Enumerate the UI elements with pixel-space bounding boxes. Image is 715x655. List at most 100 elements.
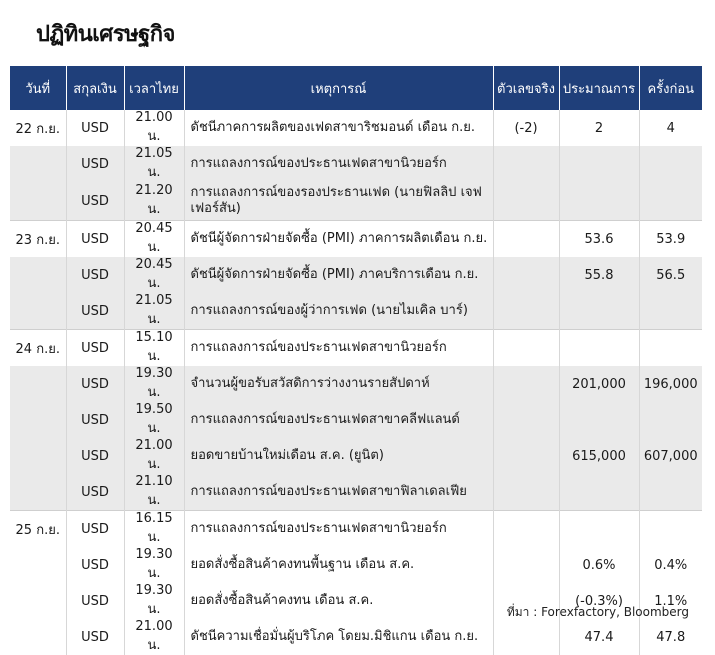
cell-currency: USD: [66, 257, 125, 293]
cell-time: 21.00 น.: [124, 619, 185, 655]
cell-currency: USD: [66, 293, 125, 330]
cell-actual: [493, 182, 560, 221]
cell-forecast: [559, 510, 640, 547]
header-event: เหตุการณ์: [184, 66, 494, 110]
cell-event: การแถลงการณ์ของประธานเฟดสาขานิวยอร์ก: [184, 146, 494, 182]
cell-time: 21.00 น.: [124, 438, 185, 474]
cell-date: 24 ก.ย.: [10, 329, 67, 366]
cell-actual: [493, 257, 560, 293]
source-note: ที่มา : Forexfactory, Bloomberg: [506, 605, 689, 619]
cell-actual: [493, 474, 560, 511]
cell-forecast: 53.6: [559, 220, 640, 257]
cell-currency: USD: [66, 619, 125, 655]
cell-date: [10, 366, 67, 402]
table-row: USD 21.10 น. การแถลงการณ์ของประธานเฟดสาขาฟ…: [10, 474, 702, 511]
cell-date: [10, 293, 67, 330]
table-row: 22 ก.ย. USD 21.00 น. ดัชนีภาคการผลิตของเฟดส…: [10, 110, 702, 146]
cell-currency: USD: [66, 182, 125, 221]
table-body: 22 ก.ย. USD 21.00 น. ดัชนีภาคการผลิตของเฟดส…: [10, 110, 702, 655]
table-row: USD 19.30 น. ยอดสั่งซื้อสินค้าคงทนพื้นฐาน …: [10, 547, 702, 583]
cell-forecast: [559, 182, 640, 221]
cell-previous: 0.4%: [654, 557, 688, 573]
cell-actual: (-2): [493, 110, 560, 146]
table-row: USD 21.20 น. การแถลงการณ์ของรองประธานเฟด (…: [10, 182, 702, 221]
cell-time: 20.45 น.: [124, 220, 185, 257]
cell-date: [10, 547, 67, 583]
cell-date: [10, 402, 67, 438]
cell-event: การแถลงการณ์ของประธานเฟดสาขาฟิลาเดลเฟีย: [184, 474, 494, 511]
table-row: 24 ก.ย. USD 15.10 น. การแถลงการณ์ของประธานเ…: [10, 329, 702, 366]
cell-forecast: 0.6%: [559, 547, 640, 583]
cell-currency: USD: [66, 110, 125, 146]
cell-time: 16.15 น.: [124, 510, 185, 547]
cell-forecast: [559, 293, 640, 330]
header-date: วันที่: [10, 66, 67, 110]
cell-time: 21.10 น.: [124, 474, 185, 511]
economic-calendar-table: วันที่ สกุลเงิน เวลาไทย เหตุการณ์ ตัวเลข…: [10, 66, 702, 655]
cell-event: การแถลงการณ์ของผู้ว่าการเฟด (นายไมเคิล บ…: [184, 293, 494, 330]
cell-event: ดัชนีผู้จัดการฝ่ายจัดซื้อ (PMI) ภาคการผล…: [184, 220, 494, 257]
cell-currency: USD: [66, 547, 125, 583]
cell-time: 19.30 น.: [124, 547, 185, 583]
cell-currency: USD: [66, 510, 125, 547]
cell-previous: [639, 182, 702, 221]
cell-date: [10, 257, 67, 293]
cell-date: 22 ก.ย.: [10, 110, 67, 146]
cell-actual: [493, 366, 560, 402]
table-row: 23 ก.ย. USD 20.45 น. ดัชนีผู้จัดการฝ่ายจัดซ…: [10, 220, 702, 257]
cell-event: ดัชนีความเชื่อมั่นผู้บริโภค โดยม.มิชิแกน…: [184, 619, 494, 655]
table-row: 25 ก.ย. USD 16.15 น. การแถลงการณ์ของประธานเ…: [10, 510, 702, 547]
cell-currency: USD: [66, 146, 125, 182]
cell-date: [10, 438, 67, 474]
cell-currency: USD: [66, 438, 125, 474]
table-row: USD 19.30 น. จำนวนผู้ขอรับสวัสดิการว่างงาน…: [10, 366, 702, 402]
cell-date: [10, 583, 67, 619]
cell-time: 21.05 น.: [124, 293, 185, 330]
header-actual: ตัวเลขจริง: [493, 66, 560, 110]
cell-actual: [493, 329, 560, 366]
header-forecast: ประมาณการ: [559, 66, 640, 110]
cell-previous: [639, 329, 702, 366]
table-row: USD 21.00 น. ดัชนีความเชื่อมั่นผู้บริโภค โ…: [10, 619, 702, 655]
cell-forecast: [559, 146, 640, 182]
cell-event: ยอดขายบ้านใหม่เดือน ส.ค. (ยูนิต): [184, 438, 494, 474]
cell-time: 21.00 น.: [124, 110, 185, 146]
cell-previous: 53.9: [639, 220, 702, 257]
cell-forecast: 55.8: [559, 257, 640, 293]
cell-forecast: 2: [559, 110, 640, 146]
cell-event: ยอดสั่งซื้อสินค้าคงทน เดือน ส.ค.: [184, 583, 494, 619]
cell-currency: USD: [66, 366, 125, 402]
cell-previous: 607,000: [639, 438, 702, 474]
table-row: USD 19.50 น. การแถลงการณ์ของประธานเฟดสาขาค…: [10, 402, 702, 438]
table-header-row: วันที่ สกุลเงิน เวลาไทย เหตุการณ์ ตัวเลข…: [10, 66, 702, 110]
cell-event: การแถลงการณ์ของรองประธานเฟด (นายฟิลลิป เ…: [184, 182, 494, 221]
table-row: USD 21.05 น. การแถลงการณ์ของผู้ว่าการเฟด (…: [10, 293, 702, 330]
cell-event: การแถลงการณ์ของประธานเฟดสาขานิวยอร์ก: [184, 510, 494, 547]
table-row: USD 21.00 น. ยอดขายบ้านใหม่เดือน ส.ค. (ยูน…: [10, 438, 702, 474]
cell-previous: [639, 146, 702, 182]
header-previous: ครั้งก่อน: [639, 66, 702, 110]
cell-forecast: 47.4: [559, 619, 640, 655]
cell-actual: [493, 438, 560, 474]
cell-currency: USD: [66, 583, 125, 619]
cell-forecast: [559, 402, 640, 438]
cell-previous: [639, 474, 702, 511]
cell-actual: [493, 146, 560, 182]
cell-event: การแถลงการณ์ของประธานเฟดสาขานิวยอร์ก: [184, 329, 494, 366]
cell-forecast: 201,000: [559, 366, 640, 402]
cell-event: จำนวนผู้ขอรับสวัสดิการว่างงานรายสัปดาห์: [184, 366, 494, 402]
table-row: USD 21.05 น. การแถลงการณ์ของประธานเฟดสาขาน…: [10, 146, 702, 182]
cell-time: 20.45 น.: [124, 257, 185, 293]
cell-date: [10, 619, 67, 655]
cell-forecast: [559, 329, 640, 366]
cell-actual: [493, 402, 560, 438]
cell-actual: [493, 547, 560, 583]
cell-currency: USD: [66, 329, 125, 366]
cell-previous: 4: [666, 120, 675, 136]
cell-date: [10, 474, 67, 511]
cell-time: 21.20 น.: [124, 182, 185, 221]
header-currency: สกุลเงิน: [66, 66, 125, 110]
cell-date: [10, 146, 67, 182]
cell-actual: [493, 510, 560, 547]
cell-event: ยอดสั่งซื้อสินค้าคงทนพื้นฐาน เดือน ส.ค.: [184, 547, 494, 583]
